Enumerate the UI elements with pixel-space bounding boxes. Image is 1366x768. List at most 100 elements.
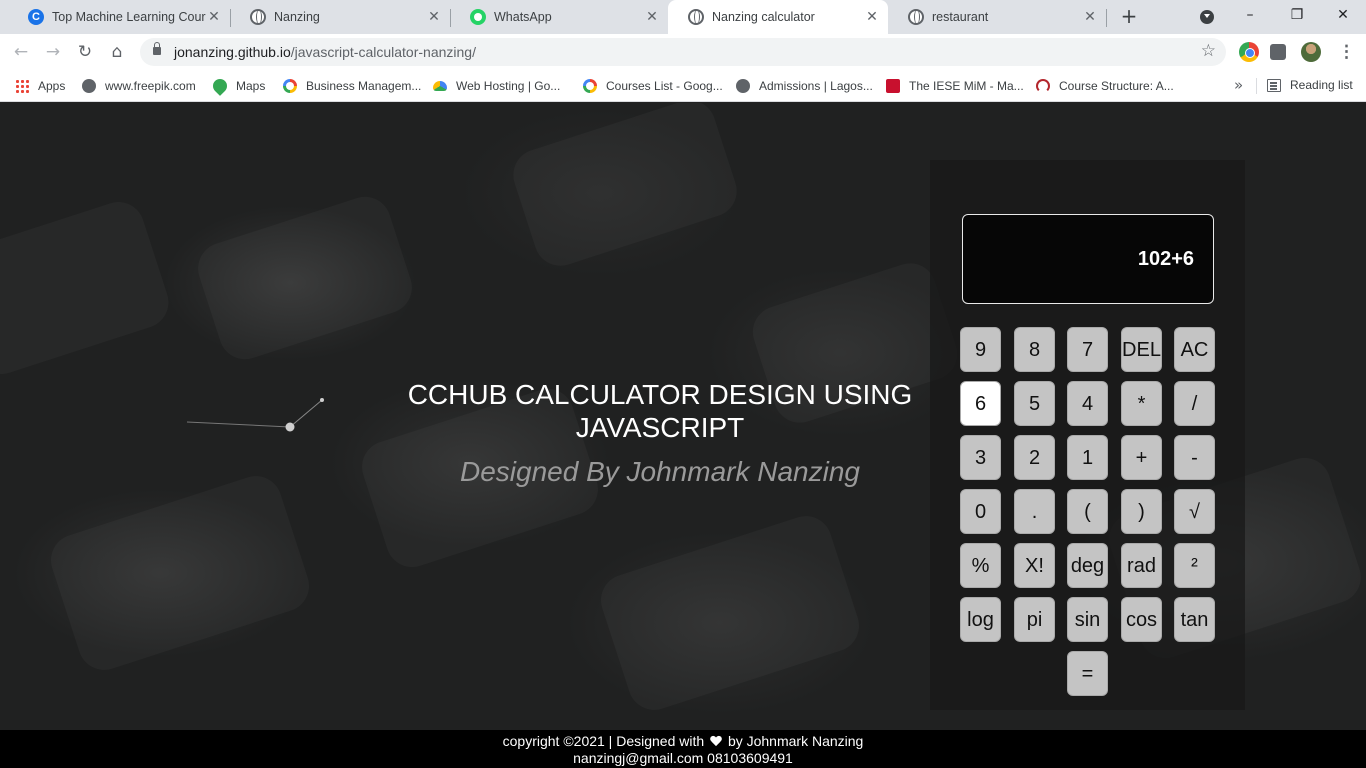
key-minus-button[interactable]: - [1174,435,1215,480]
key-1-button[interactable]: 1 [1067,435,1108,480]
bookmark-apps[interactable]: Apps [15,70,65,101]
key-multiply-button[interactable]: * [1121,381,1162,426]
tab-restaurant[interactable]: restaurant ✕ [888,0,1106,34]
page-content: CCHUB CALCULATOR DESIGN USING JAVASCRIPT… [0,103,1366,730]
key-6-button[interactable]: 6 [960,381,1001,426]
tab-top-machine-learning[interactable]: C Top Machine Learning Course ✕ [8,0,230,34]
key-tan-button[interactable]: tan [1174,597,1215,642]
globe-icon [82,78,96,93]
whatsapp-icon [470,9,486,25]
bookmark-admissions[interactable]: Admissions | Lagos... [736,70,873,101]
extension-icon[interactable] [1239,42,1259,62]
key-0-button[interactable]: 0 [960,489,1001,534]
profile-avatar[interactable] [1301,42,1321,62]
bookmark-business-management[interactable]: Business Managem... [283,70,421,101]
key-7-button[interactable]: 7 [1067,327,1108,372]
key-equals-button[interactable]: = [1067,651,1108,696]
bookmark-web-hosting[interactable]: Web Hosting | Go... [433,70,560,101]
particle-dot [285,422,295,432]
tab-whatsapp[interactable]: WhatsApp ✕ [450,0,668,34]
page-subtitle: Designed By Johnmark Nanzing [460,456,860,487]
new-tab-button[interactable]: + [1119,6,1139,26]
tab-nanzing-calculator[interactable]: Nanzing calculator ✕ [668,0,888,34]
key-5-button[interactable]: 5 [1014,381,1055,426]
minimize-icon[interactable]: – [1238,4,1262,26]
key-rad-button[interactable]: rad [1121,543,1162,588]
bookmark-courses-list[interactable]: Courses List - Goog... [583,70,723,101]
key-open-paren-button[interactable]: ( [1067,489,1108,534]
reading-list-icon[interactable] [1267,79,1281,92]
bookmark-iese[interactable]: The IESE MiM - Ma... [886,70,1024,101]
bookmark-label: Courses List - Goog... [606,78,723,93]
reload-icon[interactable]: ↻ [73,40,97,64]
footer-copyright-prefix: copyright ©2021 | Designed with [502,733,705,749]
coursera-icon: C [28,9,44,25]
key-delete-button[interactable]: DEL [1121,327,1162,372]
browser-menu-icon[interactable]: ⋮ [1338,41,1355,63]
reading-list-label[interactable]: Reading list [1290,70,1353,101]
background-keycap [594,509,866,716]
globe-icon [908,9,924,25]
key-all-clear-button[interactable]: AC [1174,327,1215,372]
url-path: /javascript-calculator-nanzing/ [290,44,476,60]
course-icon [1036,78,1050,93]
bookmark-label: Business Managem... [306,78,422,93]
maps-pin-icon [210,75,230,96]
google-cloud-icon [433,80,447,91]
key-square-button[interactable]: ² [1174,543,1215,588]
restore-icon[interactable]: ❐ [1285,4,1309,26]
close-icon[interactable]: ✕ [426,9,442,25]
key-4-button[interactable]: 4 [1067,381,1108,426]
key-factorial-button[interactable]: X! [1014,543,1055,588]
particle-link [289,399,323,428]
apps-grid-icon [15,78,29,93]
back-icon[interactable]: ← [9,40,33,64]
particle-network [186,398,324,432]
key-sin-button[interactable]: sin [1067,597,1108,642]
key-2-button[interactable]: 2 [1014,435,1055,480]
tab-title: WhatsApp [494,10,552,24]
key-close-paren-button[interactable]: ) [1121,489,1162,534]
url-text[interactable]: jonanzing.github.io/javascript-calculato… [174,38,476,66]
home-icon[interactable]: ⌂ [105,40,129,64]
tab-nanzing[interactable]: Nanzing ✕ [230,0,450,34]
more-bookmarks-icon[interactable]: » [1234,76,1243,94]
key-9-button[interactable]: 9 [960,327,1001,372]
key-decimal-button[interactable]: . [1014,489,1055,534]
tab-divider [1106,9,1107,27]
key-plus-button[interactable]: + [1121,435,1162,480]
footer-copyright: copyright ©2021 | Designed with by Johnm… [0,733,1366,750]
key-pi-button[interactable]: pi [1014,597,1055,642]
key-log-button[interactable]: log [960,597,1001,642]
bookmark-course-structure[interactable]: Course Structure: A... [1036,70,1174,101]
key-deg-button[interactable]: deg [1067,543,1108,588]
key-divide-button[interactable]: / [1174,381,1215,426]
globe-icon [688,9,704,25]
close-icon[interactable]: ✕ [206,9,222,25]
address-bar[interactable]: jonanzing.github.io/javascript-calculato… [140,38,1226,66]
background-keycap [507,103,744,273]
heart-icon [710,736,722,747]
close-window-icon[interactable]: ✕ [1331,4,1355,26]
key-percent-button[interactable]: % [960,543,1001,588]
tab-search-icon[interactable] [1200,10,1214,24]
bookmark-label: www.freepik.com [105,78,196,93]
close-icon[interactable]: ✕ [644,9,660,25]
tab-title: Nanzing [274,10,320,24]
bookmark-freepik[interactable]: www.freepik.com [82,70,196,101]
key-8-button[interactable]: 8 [1014,327,1055,372]
bookmark-label: Maps [236,78,266,93]
key-3-button[interactable]: 3 [960,435,1001,480]
bookmark-star-icon[interactable]: ☆ [1201,41,1216,61]
key-sqrt-button[interactable]: √ [1174,489,1215,534]
footer-contact: nanzingj@gmail.com 08103609491 [573,750,793,766]
close-icon[interactable]: ✕ [1082,9,1098,25]
close-icon[interactable]: ✕ [864,9,880,25]
lock-icon [153,42,161,55]
forward-icon[interactable]: → [41,40,65,64]
footer-copyright-suffix: by Johnmark Nanzing [727,733,864,749]
extensions-puzzle-icon[interactable] [1270,44,1286,60]
key-cos-button[interactable]: cos [1121,597,1162,642]
bookmark-maps[interactable]: Maps [210,70,266,101]
google-icon [283,78,297,93]
